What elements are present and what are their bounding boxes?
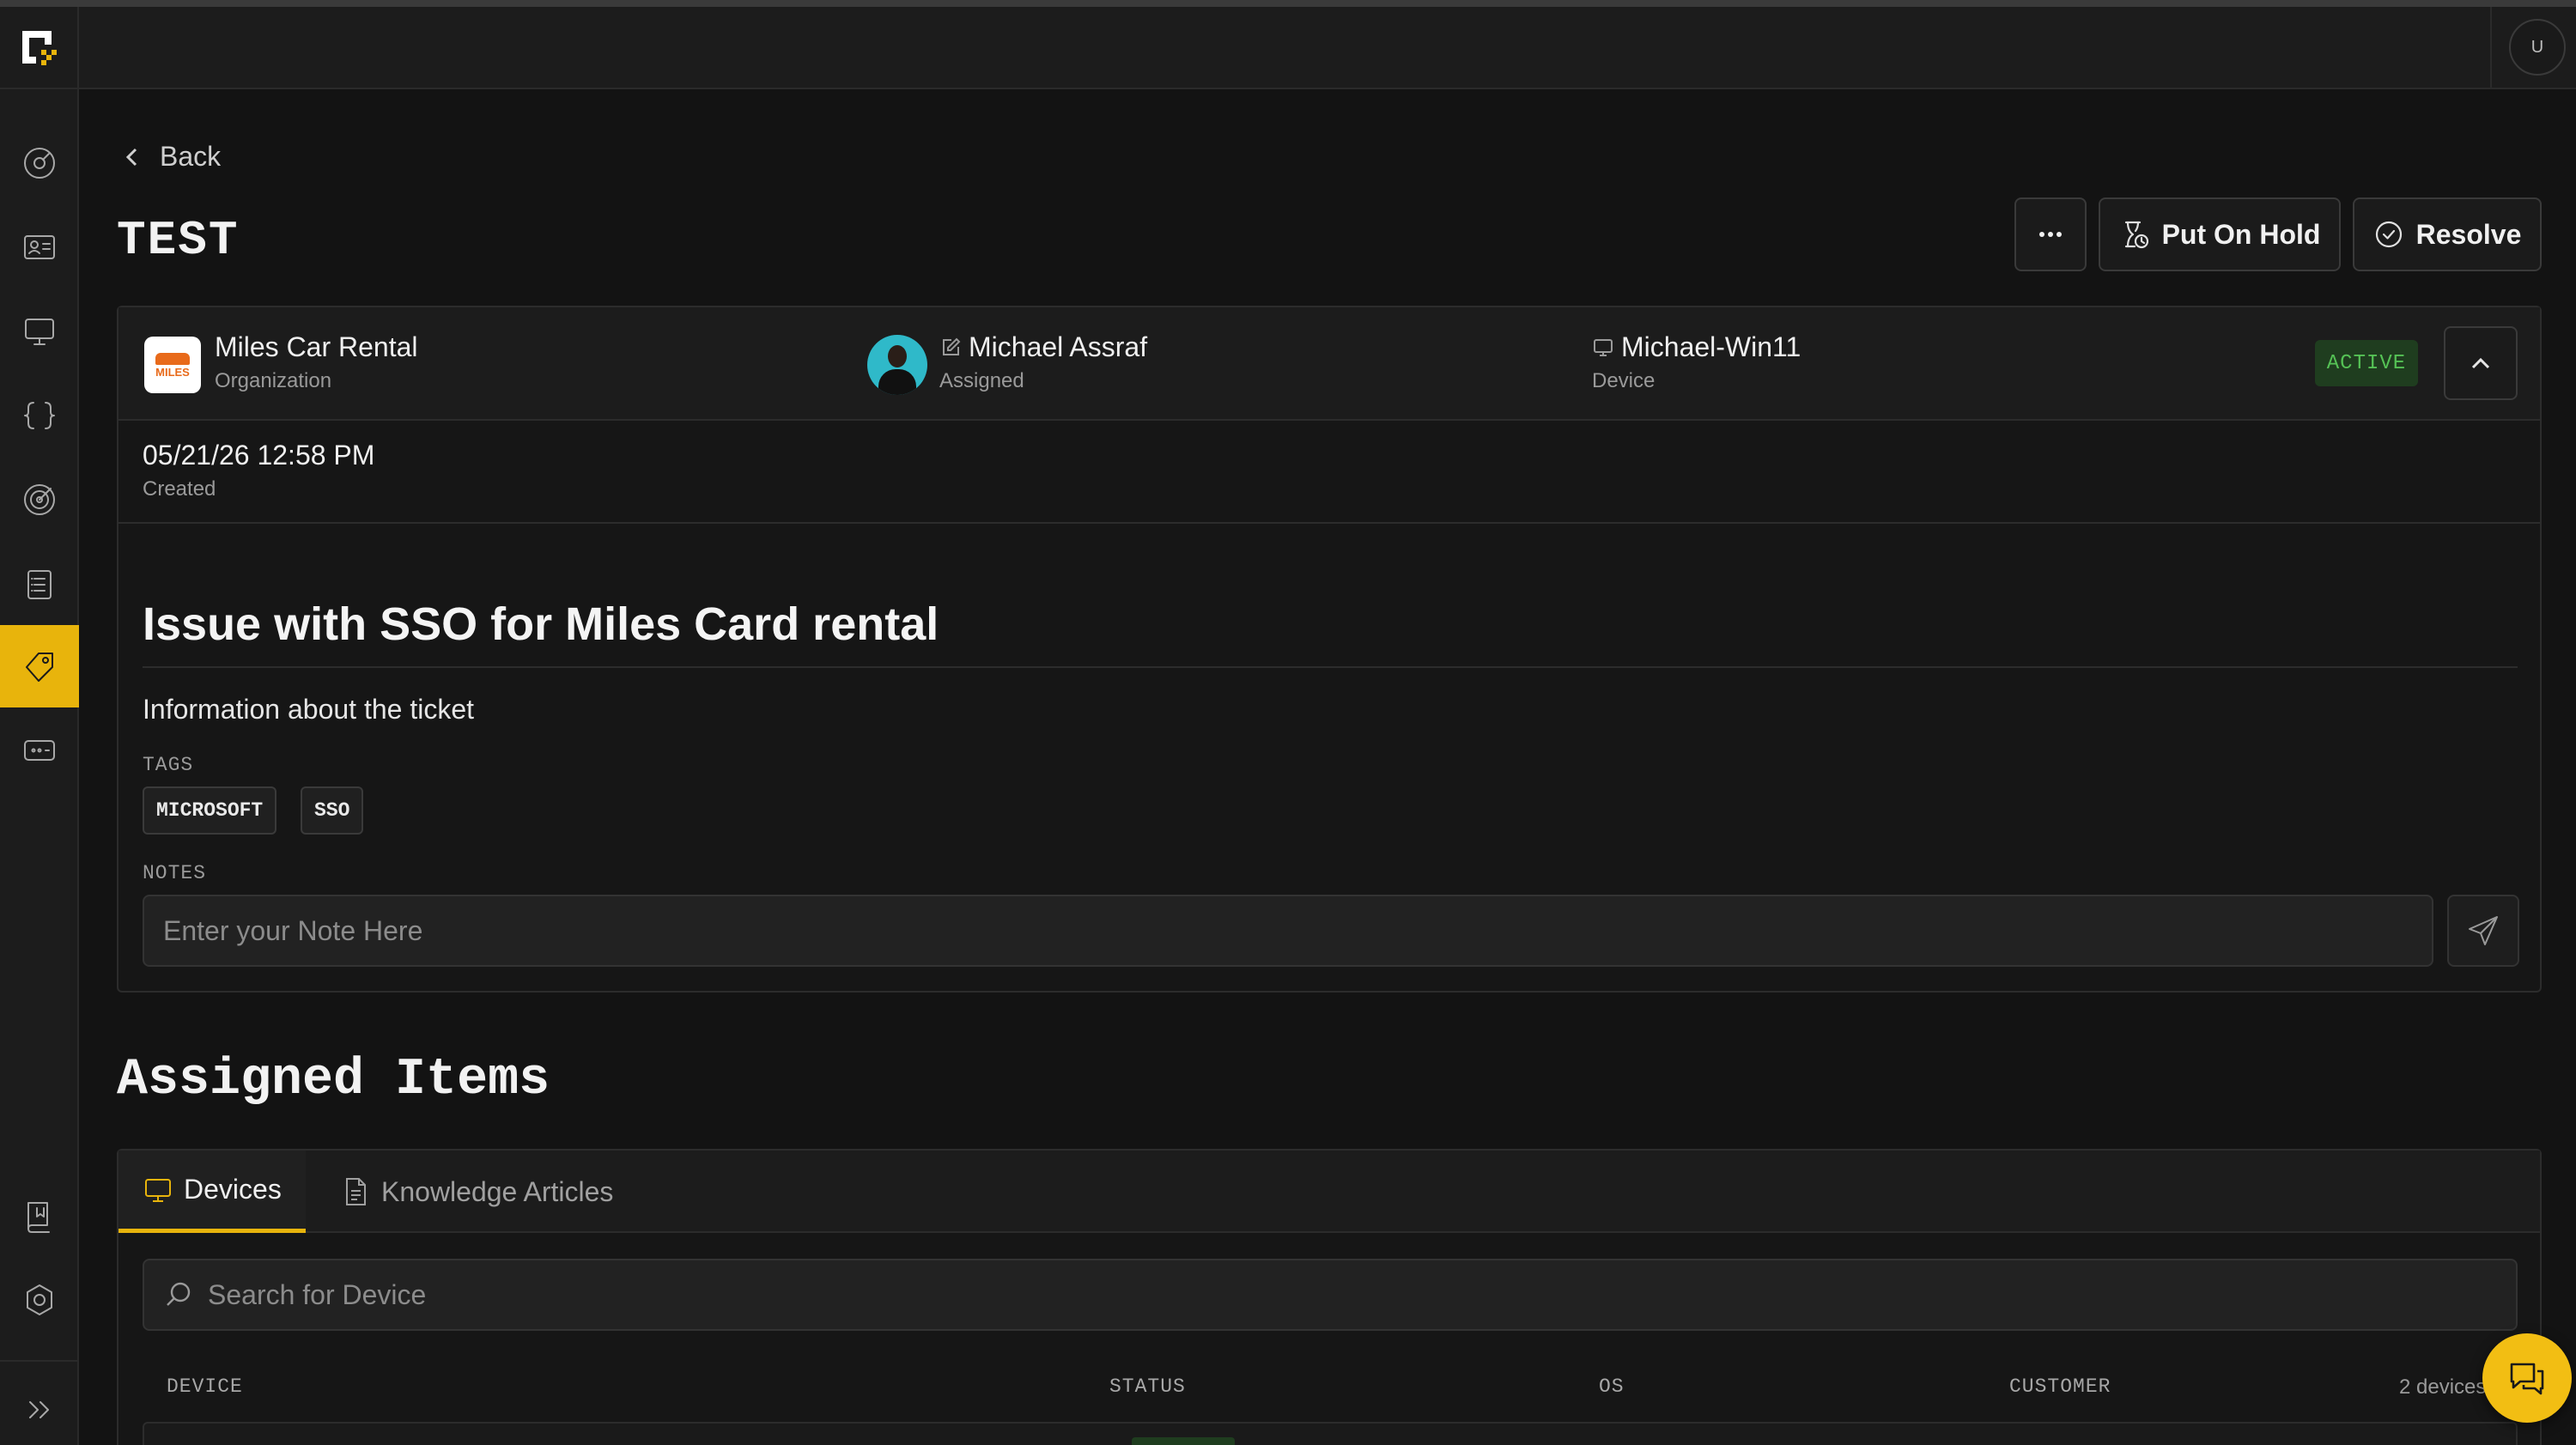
column-os[interactable]: OS bbox=[1599, 1375, 1625, 1398]
topbar-separator bbox=[2490, 7, 2492, 89]
notes-label: NOTES bbox=[143, 862, 207, 884]
organization-logo: MILES bbox=[144, 337, 201, 393]
nav-knowledge[interactable] bbox=[0, 1175, 79, 1257]
document-icon bbox=[346, 1178, 366, 1205]
organization-name[interactable]: Miles Car Rental bbox=[215, 331, 418, 363]
created-row: 05/21/26 12:58 PM Created bbox=[118, 421, 2540, 524]
chevrons-right-icon bbox=[29, 1401, 49, 1418]
chevron-up-icon bbox=[2471, 357, 2490, 369]
back-label: Back bbox=[160, 141, 222, 172]
created-value: 05/21/26 12:58 PM bbox=[143, 440, 375, 471]
chevron-left-icon bbox=[125, 148, 137, 166]
collapse-button[interactable] bbox=[2444, 326, 2518, 400]
table-row[interactable] bbox=[143, 1422, 2518, 1445]
assignee-avatar bbox=[867, 335, 927, 395]
search-icon bbox=[167, 1282, 191, 1306]
sidebar-divider bbox=[0, 1360, 79, 1362]
assigned-items-panel: Devices Knowledge Articles DEVICE STATUS… bbox=[117, 1149, 2542, 1445]
monitor-icon bbox=[1594, 339, 1613, 356]
org-logo-text: MILES bbox=[155, 365, 190, 379]
settings-icon bbox=[27, 1284, 52, 1315]
page-title: TEST bbox=[117, 213, 240, 268]
window-top-strip bbox=[0, 0, 2576, 7]
nav-settings[interactable] bbox=[0, 1259, 79, 1341]
sidebar bbox=[0, 7, 79, 1445]
nav-targets[interactable] bbox=[0, 458, 79, 541]
device-search-input[interactable] bbox=[208, 1278, 2497, 1311]
organization-label: Organization bbox=[215, 369, 332, 392]
car-icon bbox=[155, 352, 190, 365]
tab-knowledge-label: Knowledge Articles bbox=[381, 1175, 614, 1207]
book-icon bbox=[27, 1202, 50, 1233]
chat-icon bbox=[2510, 1363, 2544, 1395]
tag-icon bbox=[26, 653, 53, 682]
chat-support-button[interactable] bbox=[2482, 1333, 2572, 1423]
send-note-button[interactable] bbox=[2447, 895, 2519, 967]
assigned-tabs: Devices Knowledge Articles bbox=[118, 1151, 2540, 1233]
device-label: Device bbox=[1592, 369, 1656, 392]
tab-devices-label: Devices bbox=[184, 1174, 282, 1205]
nav-scripts[interactable] bbox=[0, 374, 79, 457]
ticket-card: MILES Miles Car Rental Organization Mich… bbox=[117, 306, 2542, 993]
issue-divider bbox=[143, 666, 2518, 668]
back-link[interactable]: Back bbox=[120, 141, 221, 173]
gauge-icon bbox=[24, 148, 55, 179]
assigned-items-title: Assigned Items bbox=[117, 1051, 550, 1109]
remote-session-icon bbox=[24, 740, 55, 761]
hourglass-clock-icon bbox=[2124, 221, 2148, 249]
tags-label: TAGS bbox=[143, 754, 194, 776]
resolve-button[interactable]: Resolve bbox=[2353, 197, 2542, 271]
column-device[interactable]: DEVICE bbox=[167, 1375, 243, 1398]
send-icon bbox=[2469, 916, 2498, 945]
column-customer[interactable]: CUSTOMER bbox=[2009, 1375, 2111, 1398]
edit-icon[interactable] bbox=[939, 337, 962, 359]
assignee-label: Assigned bbox=[939, 369, 1024, 392]
user-avatar[interactable]: U bbox=[2509, 19, 2566, 76]
status-badge: ACTIVE bbox=[2315, 340, 2418, 386]
nav-contacts[interactable] bbox=[0, 206, 79, 288]
put-on-hold-label: Put On Hold bbox=[2161, 218, 2321, 250]
top-bar bbox=[79, 7, 2576, 89]
tab-knowledge-articles[interactable]: Knowledge Articles bbox=[316, 1151, 637, 1233]
nav-tickets[interactable] bbox=[0, 625, 79, 707]
row-status-badge bbox=[1132, 1437, 1235, 1445]
tag-microsoft[interactable]: MICROSOFT bbox=[143, 786, 277, 835]
issue-title: Issue with SSO for Miles Card rental bbox=[143, 598, 939, 650]
more-horizontal-icon bbox=[2039, 232, 2062, 237]
note-input[interactable] bbox=[143, 895, 2433, 967]
device-name[interactable]: Michael-Win11 bbox=[1621, 331, 1801, 363]
nav-dashboard[interactable] bbox=[0, 122, 79, 204]
issue-description: Information about the ticket bbox=[143, 694, 474, 725]
device-search bbox=[143, 1259, 2518, 1331]
more-actions-button[interactable] bbox=[2014, 197, 2087, 271]
clipboard-list-icon bbox=[27, 570, 52, 599]
id-card-icon bbox=[24, 235, 55, 259]
monitor-icon bbox=[25, 319, 54, 345]
created-label: Created bbox=[143, 477, 216, 501]
put-on-hold-button[interactable]: Put On Hold bbox=[2099, 197, 2341, 271]
resolve-label: Resolve bbox=[2415, 218, 2522, 250]
nav-remote[interactable] bbox=[0, 709, 79, 792]
expand-sidebar-button[interactable] bbox=[0, 1369, 79, 1445]
monitor-icon bbox=[145, 1178, 171, 1202]
ticket-summary-header: MILES Miles Car Rental Organization Mich… bbox=[118, 307, 2540, 421]
assignee-name[interactable]: Michael Assraf bbox=[969, 331, 1147, 363]
nav-reports[interactable] bbox=[0, 543, 79, 625]
app-logo-icon[interactable] bbox=[19, 27, 58, 67]
tab-devices[interactable]: Devices bbox=[118, 1151, 306, 1233]
column-status[interactable]: STATUS bbox=[1109, 1375, 1186, 1398]
nav-devices[interactable] bbox=[0, 290, 79, 373]
tag-sso[interactable]: SSO bbox=[301, 786, 364, 835]
target-icon bbox=[24, 484, 55, 515]
braces-icon bbox=[24, 402, 55, 429]
logo-divider bbox=[0, 88, 79, 89]
check-circle-icon bbox=[2375, 221, 2402, 248]
